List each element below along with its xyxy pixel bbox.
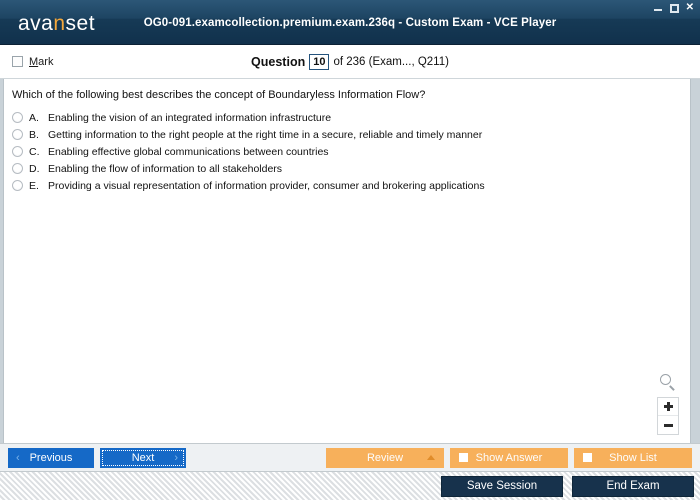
navigation-toolbar: ‹ Previous Next › Review Show Answer Sho… — [0, 443, 700, 471]
checkbox-icon — [459, 453, 468, 462]
option-text: Providing a visual representation of inf… — [48, 180, 485, 192]
minus-icon — [663, 423, 673, 427]
plus-icon — [663, 402, 673, 411]
next-button[interactable]: Next › — [100, 447, 186, 468]
answer-option[interactable]: E. Providing a visual representation of … — [12, 179, 680, 193]
next-button-label: Next — [131, 451, 155, 464]
status-bar-actions: Save Session End Exam — [441, 475, 694, 497]
status-bar: Save Session End Exam — [0, 471, 700, 500]
vce-player-window: avanset OG0-091.examcollection.premium.e… — [0, 0, 700, 500]
magnifier-glass — [660, 374, 671, 385]
save-session-button[interactable]: Save Session — [441, 475, 563, 497]
option-letter: E. — [29, 180, 39, 192]
option-text: Getting information to the right people … — [48, 129, 483, 141]
magnifier-handle — [669, 385, 675, 391]
caret-up-icon — [427, 455, 435, 460]
minimize-icon[interactable] — [653, 4, 663, 12]
chevron-left-icon: ‹ — [16, 451, 20, 464]
option-text: Enabling the flow of information to all … — [48, 163, 283, 175]
show-answer-button[interactable]: Show Answer — [450, 447, 568, 468]
close-icon[interactable]: ✕ — [686, 3, 694, 13]
radio-button-icon[interactable] — [12, 180, 23, 191]
zoom-tools — [656, 373, 680, 435]
previous-button[interactable]: ‹ Previous — [8, 447, 94, 468]
question-total-label: of 236 (Exam..., Q211) — [333, 55, 449, 68]
window-controls: ✕ — [653, 3, 694, 13]
show-answer-button-label: Show Answer — [475, 451, 543, 464]
question-word-label: Question — [251, 54, 306, 69]
zoom-out-button[interactable] — [658, 416, 678, 434]
checkbox-icon — [583, 453, 592, 462]
magnifier-icon[interactable] — [658, 373, 678, 393]
review-button[interactable]: Review — [326, 447, 444, 468]
show-list-button-label: Show List — [609, 451, 657, 464]
option-text: Enabling effective global communications… — [48, 146, 329, 158]
question-panel: Which of the following best describes th… — [3, 79, 691, 443]
option-letter: D. — [29, 163, 40, 175]
radio-button-icon[interactable] — [12, 146, 23, 157]
window-title: OG0-091.examcollection.premium.exam.236q… — [143, 17, 557, 29]
show-list-button[interactable]: Show List — [574, 447, 692, 468]
radio-button-icon[interactable] — [12, 163, 23, 174]
question-number-input[interactable]: 10 — [309, 53, 330, 70]
maximize-icon[interactable] — [669, 3, 679, 13]
question-header-bar: Mark Question 10 of 236 (Exam..., Q211) — [0, 45, 700, 79]
question-counter: Question 10 of 236 (Exam..., Q211) — [0, 53, 700, 70]
chevron-right-icon: › — [174, 451, 178, 464]
navigation-right-group: Review Show Answer Show List — [326, 447, 692, 468]
answer-option[interactable]: A. Enabling the vision of an integrated … — [12, 111, 680, 125]
option-text: Enabling the vision of an integrated inf… — [48, 112, 332, 124]
content-outer: Which of the following best describes th… — [0, 79, 700, 443]
answer-option[interactable]: D. Enabling the flow of information to a… — [12, 162, 680, 176]
option-letter: A. — [29, 112, 39, 124]
end-exam-button[interactable]: End Exam — [572, 475, 694, 497]
option-letter: B. — [29, 129, 39, 141]
previous-button-label: Previous — [29, 451, 73, 464]
option-letter: C. — [29, 146, 40, 158]
question-text: Which of the following best describes th… — [12, 89, 426, 101]
radio-button-icon[interactable] — [12, 129, 23, 140]
zoom-in-button[interactable] — [658, 398, 678, 416]
answer-options-list: A. Enabling the vision of an integrated … — [12, 111, 680, 193]
radio-button-icon[interactable] — [12, 112, 23, 123]
title-bar: avanset OG0-091.examcollection.premium.e… — [0, 0, 700, 45]
answer-option[interactable]: B. Getting information to the right peop… — [12, 128, 680, 142]
review-button-label: Review — [366, 451, 404, 464]
answer-option[interactable]: C. Enabling effective global communicati… — [12, 145, 680, 159]
zoom-button-group — [657, 397, 679, 435]
